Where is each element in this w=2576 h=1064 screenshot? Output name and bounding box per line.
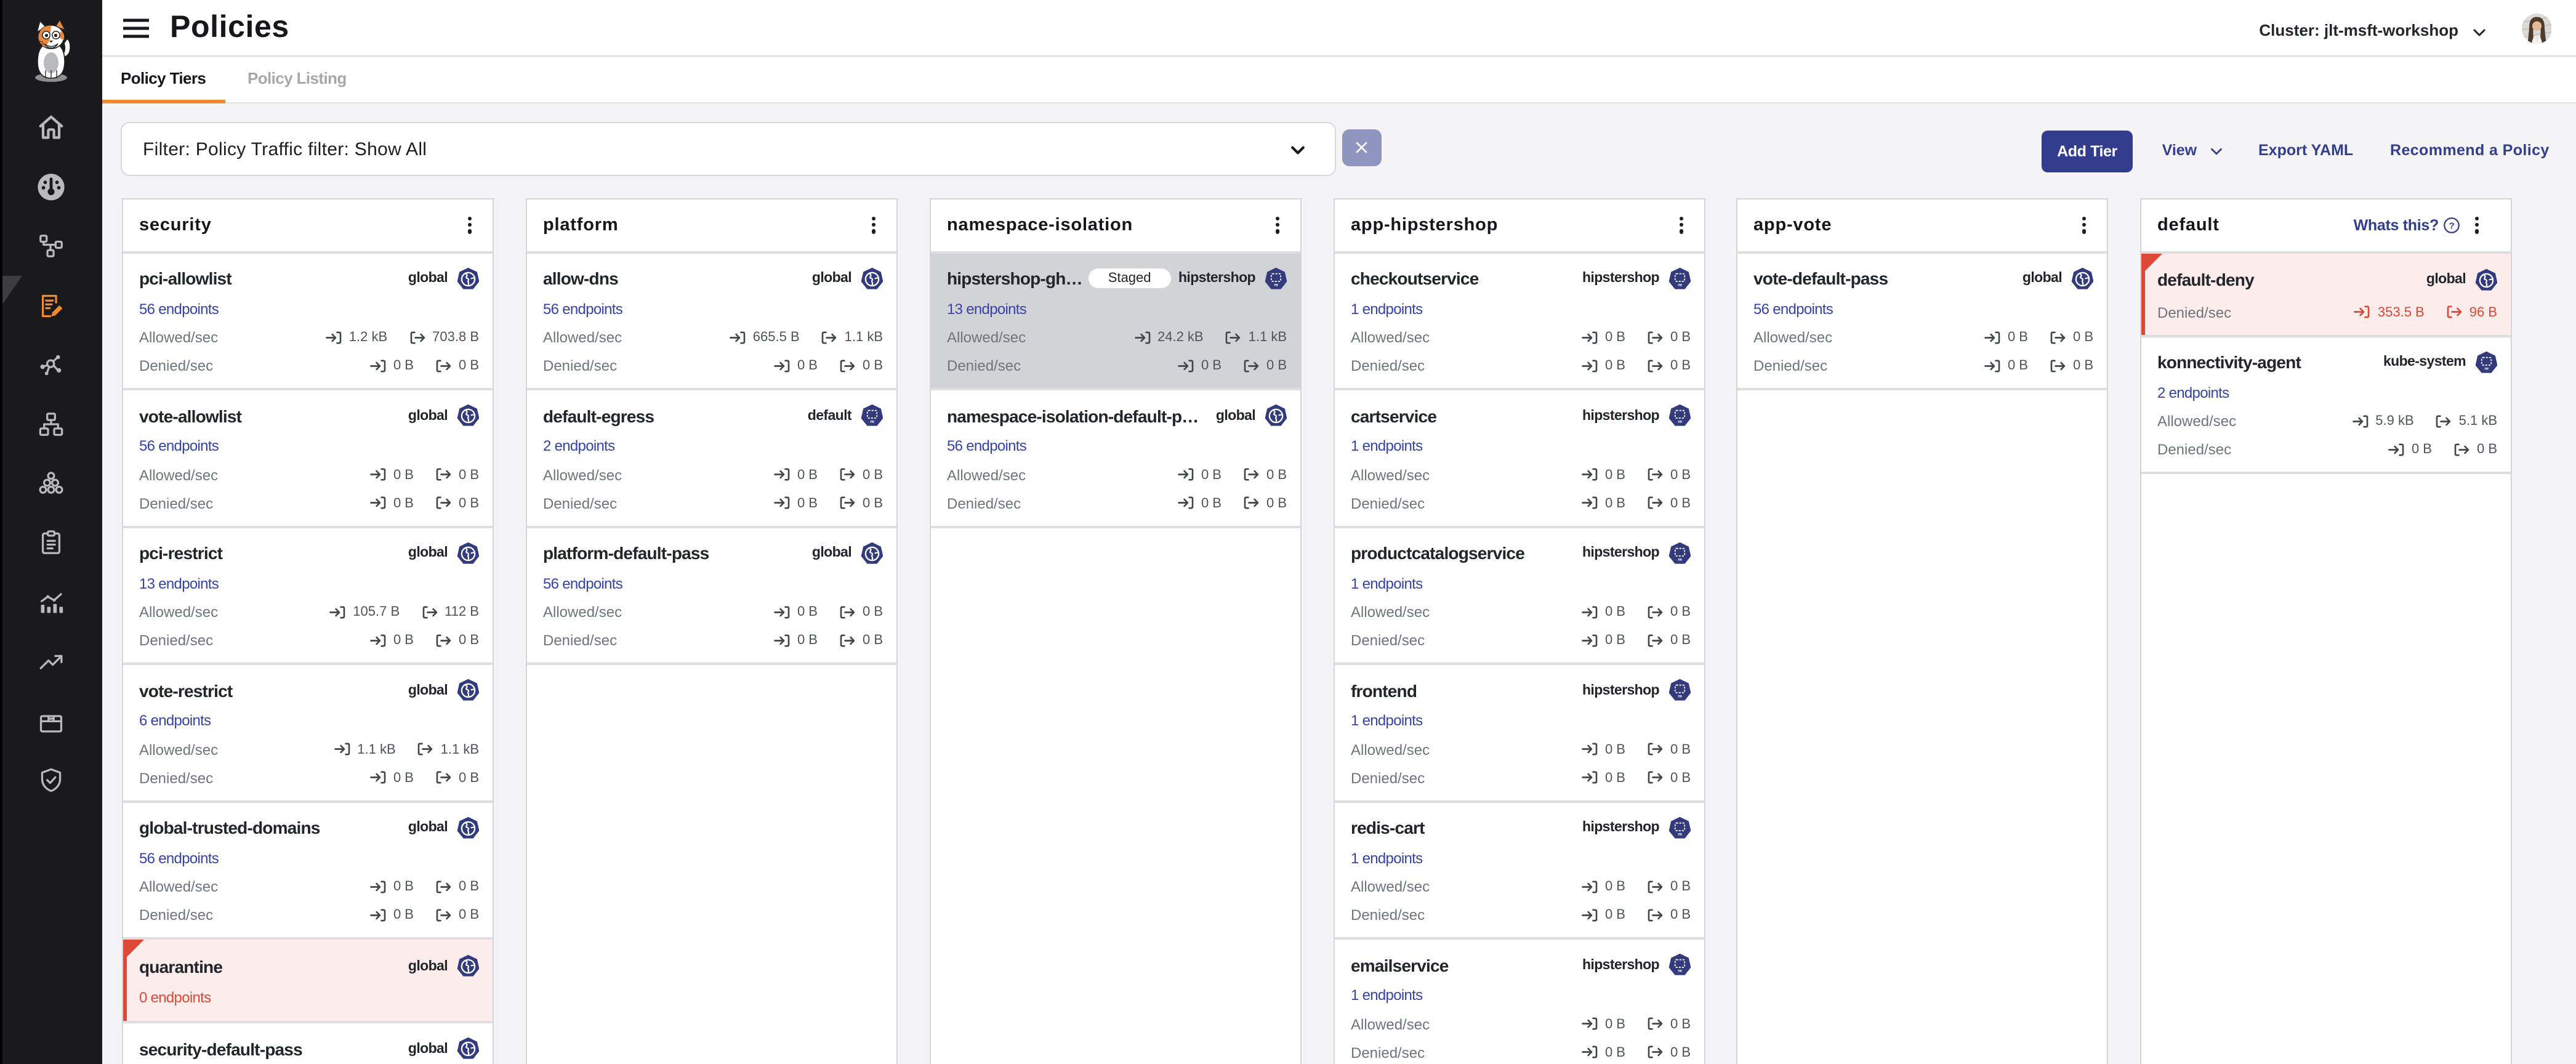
svg-text:ns: ns <box>1677 557 1681 562</box>
svg-text:ns: ns <box>1677 420 1681 424</box>
svg-text:ns: ns <box>1677 969 1681 973</box>
svg-text:?: ? <box>2449 220 2454 231</box>
svg-text:ns: ns <box>1677 283 1681 287</box>
svg-text:ns: ns <box>1677 832 1681 836</box>
svg-text:ns: ns <box>2484 366 2488 371</box>
svg-text:ns: ns <box>869 420 874 424</box>
svg-text:ns: ns <box>1273 283 1278 287</box>
svg-text:ns: ns <box>1677 695 1681 699</box>
